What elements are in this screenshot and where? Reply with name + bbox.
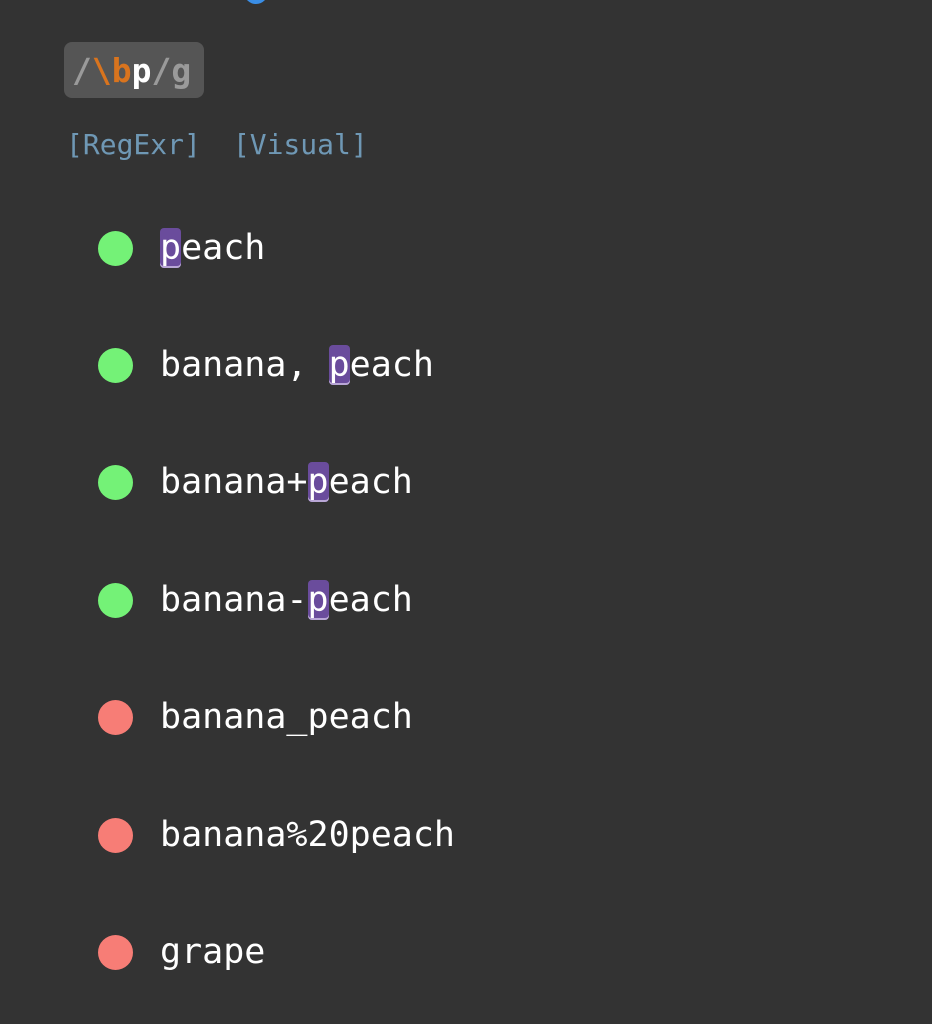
test-string: banana+peach bbox=[160, 460, 413, 504]
test-string-after: each bbox=[349, 345, 434, 385]
test-string-after: each bbox=[328, 462, 413, 502]
test-string: banana_peach bbox=[160, 695, 413, 739]
match-status-dot bbox=[98, 464, 133, 500]
test-row: banana, peach bbox=[98, 335, 434, 395]
match-status-dot bbox=[98, 582, 133, 618]
regex-close-delimiter: / bbox=[151, 50, 172, 90]
test-string-before: banana%20peach bbox=[160, 815, 456, 855]
test-string: peach bbox=[160, 226, 265, 270]
test-row: grape bbox=[98, 922, 265, 982]
match-highlight: p bbox=[307, 462, 329, 502]
test-row: banana-peach bbox=[98, 570, 413, 630]
regex-word-boundary-token: \b bbox=[91, 50, 132, 90]
regex-pattern-badge: / \b p / g bbox=[64, 42, 204, 98]
test-string-before: grape bbox=[160, 932, 266, 972]
test-string: banana, peach bbox=[160, 343, 434, 387]
regex-flags: g bbox=[171, 50, 192, 90]
test-string-before: banana, bbox=[160, 345, 329, 385]
scroll-indicator-dot bbox=[244, 0, 268, 4]
test-string-after: each bbox=[328, 580, 413, 620]
match-highlight: p bbox=[160, 228, 182, 268]
test-string: banana%20peach bbox=[160, 813, 455, 857]
match-status-dot bbox=[98, 230, 133, 266]
test-row: banana%20peach bbox=[98, 805, 455, 865]
match-highlight: p bbox=[307, 580, 329, 620]
test-string: banana-peach bbox=[160, 578, 413, 622]
no-match-status-dot bbox=[98, 817, 133, 853]
test-string-after: each bbox=[181, 228, 266, 268]
regex-literal-token: p bbox=[131, 50, 152, 90]
test-string-before: banana- bbox=[160, 580, 308, 620]
test-string-before: banana+ bbox=[160, 462, 308, 502]
visual-link[interactable]: [Visual] bbox=[233, 128, 368, 161]
test-string-before: banana_peach bbox=[160, 697, 413, 737]
match-status-dot bbox=[98, 347, 133, 383]
regexr-link[interactable]: [RegExr] bbox=[66, 128, 201, 161]
no-match-status-dot bbox=[98, 934, 133, 970]
regex-open-delimiter: / bbox=[72, 50, 92, 90]
no-match-status-dot bbox=[98, 699, 133, 735]
test-row: banana+peach bbox=[98, 452, 413, 512]
tool-links: [RegExr] [Visual] bbox=[66, 128, 368, 161]
test-row: peach bbox=[98, 218, 265, 278]
match-highlight: p bbox=[328, 345, 350, 385]
test-string: grape bbox=[160, 930, 265, 974]
test-row: banana_peach bbox=[98, 687, 413, 747]
